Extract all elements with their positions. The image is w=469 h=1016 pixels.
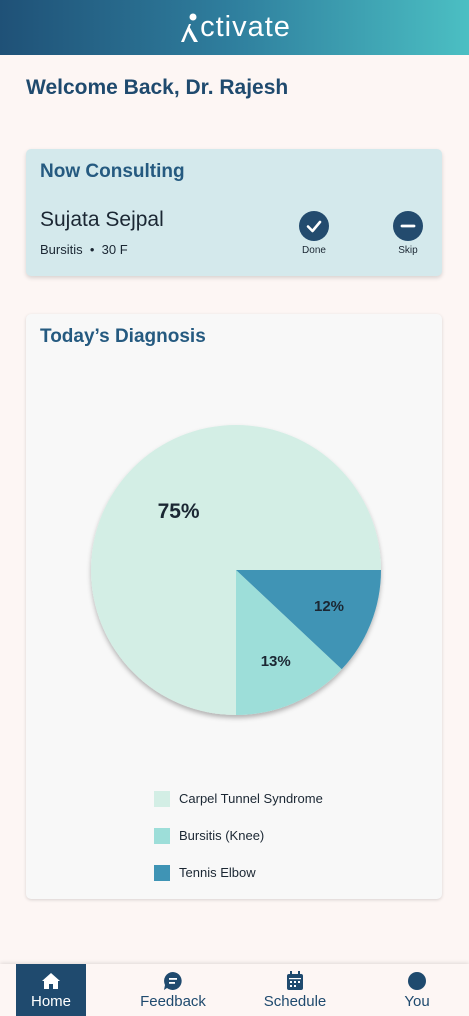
now-consulting-title: Now Consulting [40, 161, 185, 182]
separator-dot: • [86, 242, 99, 257]
legend-swatch [154, 827, 170, 844]
legend-item: Bursitis (Knee) [154, 817, 323, 854]
nav-schedule-label: Schedule [263, 992, 327, 1010]
nav-you[interactable]: You [382, 964, 452, 1016]
legend-swatch [154, 790, 170, 807]
home-icon [41, 971, 61, 991]
patient-meta: Bursitis • 30 F [40, 242, 128, 257]
legend-swatch [154, 864, 170, 881]
nav-home-label: Home [30, 992, 71, 1010]
welcome-heading: Welcome Back, Dr. Rajesh [26, 76, 289, 99]
pie-label-tennis-elbow: 12% [314, 598, 344, 615]
pie-label-bursitis-knee: 13% [261, 653, 291, 670]
bottom-nav: Home Feedback Schedule You [0, 964, 469, 1016]
patient-age-gender: 30 F [101, 242, 128, 257]
legend-item: Tennis Elbow [154, 854, 323, 891]
check-icon [299, 211, 329, 241]
app-header: ctivate [0, 0, 469, 55]
done-label: Done [302, 245, 326, 256]
calendar-icon [286, 970, 304, 991]
app-logo: ctivate [178, 11, 291, 44]
diagnosis-pie-chart: 12% 13% 75% [91, 425, 381, 715]
skip-label: Skip [398, 245, 418, 256]
legend-label: Tennis Elbow [179, 865, 256, 880]
chart-legend: Carpel Tunnel Syndrome Bursitis (Knee) Ten… [154, 780, 323, 891]
nav-you-label: You [404, 992, 430, 1010]
nav-schedule[interactable]: Schedule [255, 964, 335, 1016]
nav-home[interactable]: Home [16, 964, 86, 1016]
profile-icon [407, 971, 427, 991]
nav-feedback[interactable]: Feedback [133, 964, 213, 1016]
feedback-icon [163, 971, 183, 991]
now-consulting-card: Now Consulting Sujata Sejpal Bursitis • … [26, 149, 442, 276]
pie-label-carpel-tunnel: 75% [158, 500, 200, 523]
patient-name[interactable]: Sujata Sejpal [40, 208, 164, 232]
logo-text: ctivate [200, 11, 291, 43]
minus-icon [393, 211, 423, 241]
patient-condition: Bursitis [40, 242, 83, 257]
activate-logo-icon [181, 13, 199, 42]
nav-feedback-label: Feedback [140, 992, 206, 1010]
legend-label: Carpel Tunnel Syndrome [179, 791, 323, 806]
legend-label: Bursitis (Knee) [179, 828, 265, 843]
todays-diagnosis-card: Today’s Diagnosis 12% 13% 75% Carpel Tunne… [26, 314, 442, 899]
legend-item: Carpel Tunnel Syndrome [154, 780, 323, 817]
done-button[interactable]: Done [289, 211, 339, 256]
skip-button[interactable]: Skip [383, 211, 433, 256]
